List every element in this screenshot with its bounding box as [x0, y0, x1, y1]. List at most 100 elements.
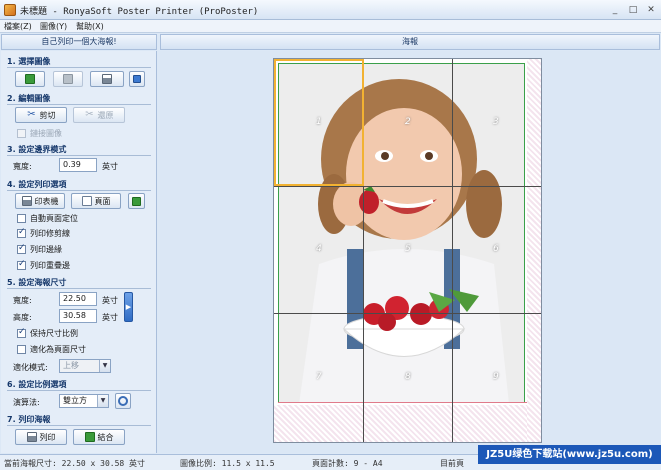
chevron-down-icon: ▼: [99, 360, 110, 372]
print-button-label: 列印: [39, 432, 56, 442]
section-divider: [7, 155, 151, 156]
keep-ratio-checkbox[interactable]: 保持尺寸比例: [17, 327, 78, 339]
fit-mode-label: 適化模式:: [13, 363, 48, 372]
section-print-poster-title: 7. 列印海報: [7, 415, 51, 424]
page-setup-button[interactable]: 頁面: [71, 193, 121, 209]
paste-image-button[interactable]: [129, 71, 145, 87]
status-scale: 圖像比例: 11.5 x 11.5: [180, 459, 275, 468]
finish-button[interactable]: 結合: [73, 429, 125, 445]
checkbox-box: [17, 243, 26, 254]
border-unit-label: 英寸: [102, 162, 118, 171]
restore-button[interactable]: ✂ 還原: [73, 107, 125, 123]
poster-height-input[interactable]: 30.58: [59, 309, 97, 323]
keep-ratio-label: 保持尺寸比例: [30, 329, 78, 338]
section-divider: [7, 104, 151, 105]
finish-button-label: 結合: [97, 432, 114, 442]
window-title: 未標題 - RonyaSoft Poster Printer (ProPoste…: [20, 7, 259, 17]
size-apply-button[interactable]: ▶: [124, 292, 133, 322]
open-image-button[interactable]: [15, 71, 45, 87]
section-divider: [7, 67, 151, 68]
auto-center-checkbox[interactable]: 自動頁面定位: [17, 213, 78, 224]
poster-height-unit: 英寸: [102, 313, 118, 322]
print-icon: [26, 432, 37, 442]
checkbox-box: [17, 129, 26, 138]
fit-mode-value: 上移: [63, 361, 79, 370]
status-current-page: 目前頁: [440, 459, 464, 468]
tile-number-6[interactable]: 6: [493, 244, 499, 254]
tile-grid-line: [452, 59, 453, 442]
print-overlap-checkbox[interactable]: 列印重疊邊: [17, 259, 70, 271]
border-width-input[interactable]: 0.39: [59, 158, 97, 172]
bottom-margin: [274, 405, 527, 442]
checkbox-box: [17, 259, 26, 270]
restore-icon: ✂: [85, 109, 94, 120]
tile-number-7[interactable]: 7: [316, 372, 322, 382]
poster-width-label: 寬度:: [13, 296, 32, 305]
poster-height-label: 高度:: [13, 313, 32, 322]
paste-icon: [133, 75, 141, 83]
fit-page-label: 適化為頁面尺寸: [30, 345, 86, 354]
poster-width-unit: 英寸: [102, 296, 118, 305]
checkbox-box: [17, 327, 26, 338]
link-image-checkbox[interactable]: 鏈接圖像: [17, 128, 62, 139]
restore-button-label: 還原: [97, 110, 114, 120]
tile-number-4[interactable]: 4: [316, 244, 322, 254]
fit-mode-select[interactable]: 上移 ▼: [59, 359, 111, 373]
save-image-button[interactable]: [53, 71, 83, 87]
printer-button[interactable]: 印表機: [15, 193, 65, 209]
left-panel-header: 自己列印一個大海報!: [1, 34, 157, 50]
tile-number-9[interactable]: 9: [493, 372, 499, 382]
checkbox-box: [17, 345, 26, 354]
section-divider: [7, 425, 151, 426]
print-cut-lines-label: 列印修剪線: [30, 229, 70, 238]
algorithm-select[interactable]: 雙立方 ▼: [59, 394, 109, 408]
tile-number-1[interactable]: 1: [316, 117, 322, 127]
section-select-image-title: 1. 選擇圖像: [7, 57, 51, 66]
tile-number-8[interactable]: 8: [405, 372, 411, 382]
scanner-icon: [102, 74, 112, 84]
settings-panel: 1. 選擇圖像 2. 編輯圖像 ✂ 剪切 ✂ 還原 鏈接圖像 3. 設定邊界模式…: [1, 51, 157, 453]
minimize-button[interactable]: _: [609, 4, 621, 16]
section-print-options-title: 4. 設定列印選項: [7, 180, 67, 189]
link-image-label: 鏈接圖像: [30, 129, 62, 138]
status-poster-size: 當前海報尺寸: 22.50 x 30.58 英寸: [4, 459, 146, 468]
poster-width-input[interactable]: 22.50: [59, 292, 97, 306]
print-edges-checkbox[interactable]: 列印邊緣: [17, 243, 62, 255]
algorithm-label: 演算法:: [13, 398, 40, 407]
section-border-mode-title: 3. 設定邊界模式: [7, 145, 67, 154]
status-page-count: 頁面計數: 9 - A4: [312, 459, 383, 468]
tile-number-5[interactable]: 5: [405, 244, 411, 254]
menu-file[interactable]: 檔案(Z): [4, 21, 32, 32]
algorithm-value: 雙立方: [63, 396, 87, 405]
zoom-button[interactable]: [115, 393, 131, 409]
page-button-label: 頁面: [94, 196, 111, 206]
cut-button-label: 剪切: [39, 110, 56, 120]
page-icon: [81, 196, 92, 206]
tile-grid-line: [274, 313, 541, 314]
scan-image-button[interactable]: [90, 71, 124, 87]
app-icon: [4, 4, 16, 16]
section-divider: [7, 288, 151, 289]
poster-panel-header: 海報: [160, 34, 660, 50]
maximize-button[interactable]: □: [627, 4, 639, 16]
tile-number-3[interactable]: 3: [493, 117, 499, 127]
menu-image[interactable]: 圖像(Y): [40, 21, 67, 32]
close-button[interactable]: ✕: [645, 4, 657, 16]
section-divider: [7, 390, 151, 391]
open-image-icon: [25, 74, 35, 84]
scissors-icon: ✂: [27, 109, 36, 120]
border-width-label: 寬度:: [13, 162, 32, 171]
fit-page-checkbox[interactable]: 適化為頁面尺寸: [17, 344, 86, 355]
print-button[interactable]: 列印: [15, 429, 67, 445]
tile-number-2[interactable]: 2: [405, 117, 411, 127]
title-bar: 未標題 - RonyaSoft Poster Printer (ProPoste…: [0, 0, 661, 20]
print-cut-lines-checkbox[interactable]: 列印修剪線: [17, 227, 70, 239]
preview-icon: [132, 196, 141, 206]
tile-grid-line: [274, 186, 541, 187]
right-margin: [527, 59, 541, 442]
cut-button[interactable]: ✂ 剪切: [15, 107, 67, 123]
poster-edge-line: [278, 402, 527, 403]
menu-help[interactable]: 幫助(X): [76, 21, 104, 32]
preview-button[interactable]: [128, 193, 145, 209]
poster-canvas[interactable]: 1 2 3 4 5 6 7 8 9: [160, 51, 660, 453]
